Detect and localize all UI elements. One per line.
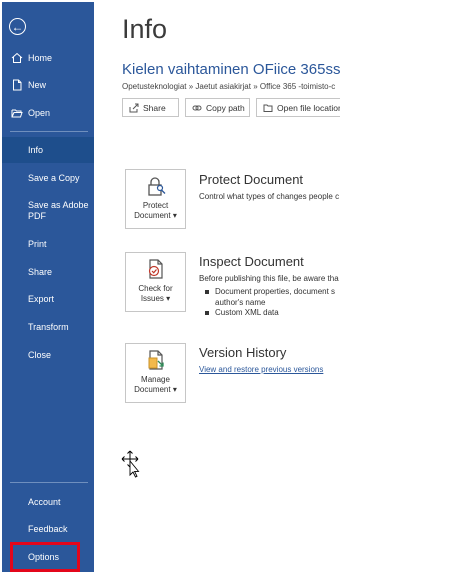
document-title: Kielen vaihtaminen OFiice 365ssä (122, 61, 340, 78)
sidebar-item-save-a-copy[interactable]: Save a Copy (2, 165, 94, 191)
sidebar-item-export[interactable]: Export (2, 286, 94, 312)
list-item: Document properties, document s (199, 287, 335, 298)
open-file-location-button[interactable]: Open file location (256, 98, 340, 117)
folder-icon (262, 102, 273, 113)
sidebar-item-share[interactable]: Share (2, 259, 94, 285)
manage-document-button[interactable]: Manage Document ▾ (125, 343, 186, 403)
check-document-icon (145, 258, 167, 280)
home-icon (10, 51, 24, 65)
sidebar-item-save-as-adobe-pdf[interactable]: Save as Adobe PDF (2, 198, 94, 224)
open-folder-icon (10, 106, 24, 120)
version-history-title: Version History (199, 345, 287, 360)
sidebar-divider (10, 131, 88, 132)
link-icon (191, 102, 202, 113)
breadcrumb[interactable]: Opetusteknologiat » Jaetut asiakirjat » … (122, 82, 335, 91)
new-document-icon (10, 78, 24, 92)
back-arrow-icon[interactable]: ← (9, 18, 26, 35)
view-previous-versions-link[interactable]: View and restore previous versions (199, 365, 323, 374)
list-item-continuation: author's name (215, 297, 266, 307)
page-title: Info (122, 14, 168, 44)
copy-path-button[interactable]: Copy path (185, 98, 250, 117)
inspect-document-title: Inspect Document (199, 254, 304, 269)
sidebar-item-home[interactable]: Home (2, 45, 94, 71)
share-icon (128, 102, 139, 113)
sidebar-item-new[interactable]: New (2, 72, 94, 98)
options-highlight-box (10, 542, 80, 572)
protect-document-title: Protect Document (199, 172, 304, 187)
inspect-document-description: Before publishing this file, be aware th… (199, 274, 339, 283)
lock-key-icon (145, 175, 167, 197)
protect-document-button[interactable]: Protect Document ▾ (125, 169, 186, 229)
manage-document-icon (145, 349, 167, 371)
sidebar-item-feedback[interactable]: Feedback (2, 516, 94, 542)
sidebar-item-open[interactable]: Open (2, 100, 94, 126)
sidebar-item-info[interactable]: Info (2, 137, 94, 163)
sidebar-divider-bottom (10, 482, 88, 483)
sidebar-item-print[interactable]: Print (2, 231, 94, 257)
check-for-issues-button[interactable]: Check for Issues ▾ (125, 252, 186, 312)
share-button[interactable]: Share (122, 98, 179, 117)
sidebar-item-close[interactable]: Close (2, 342, 94, 368)
info-pane: Info Kielen vaihtaminen OFiice 365ssä Op… (94, 0, 340, 584)
sidebar-item-account[interactable]: Account (2, 489, 94, 515)
move-cursor-icon (121, 450, 140, 478)
inspect-document-list: Document properties, document s author's… (199, 287, 335, 319)
list-item: Custom XML data (199, 308, 335, 319)
protect-document-description: Control what types of changes people c (199, 192, 340, 201)
sidebar-item-transform[interactable]: Transform (2, 314, 94, 340)
backstage-sidebar: ← Home New Open Info Save a Copy Save as… (2, 2, 94, 572)
